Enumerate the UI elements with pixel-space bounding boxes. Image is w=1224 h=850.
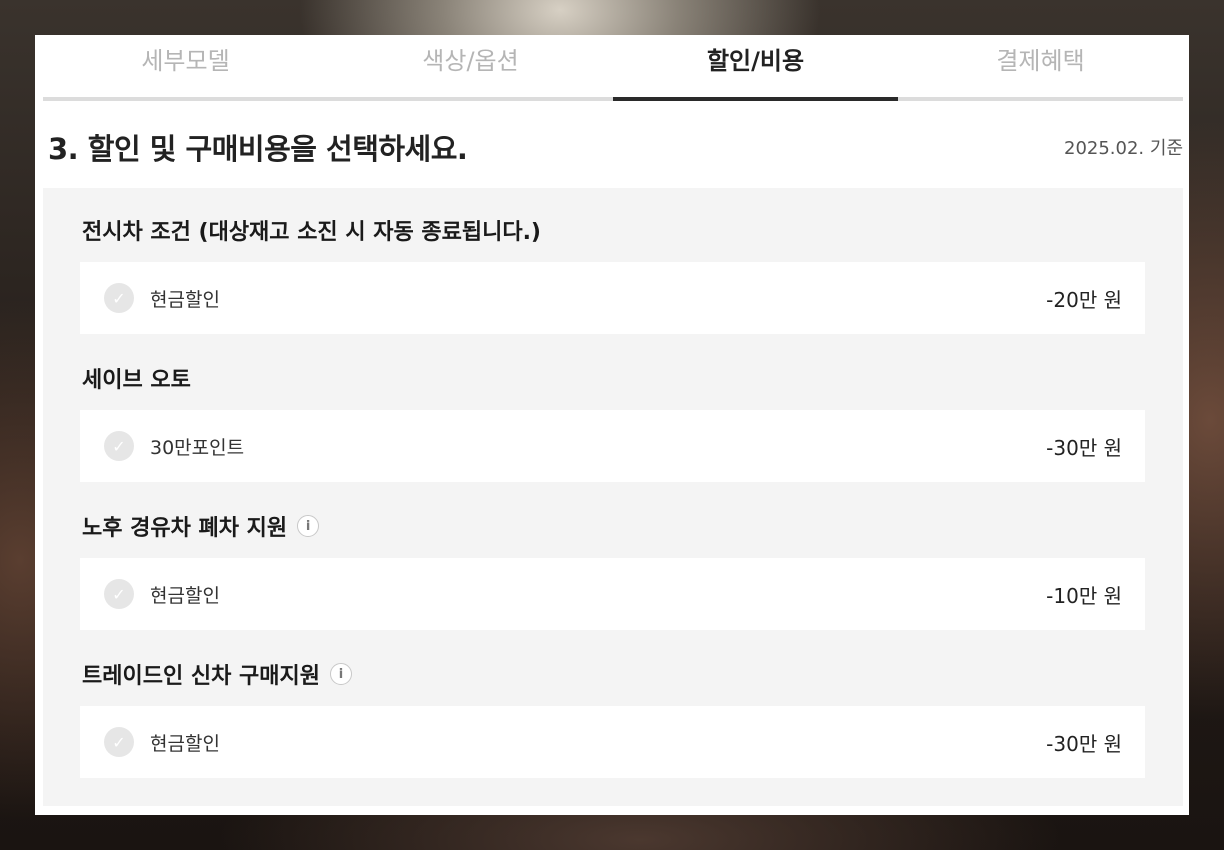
- option-amount: -30만 원: [1046, 435, 1122, 460]
- discount-panel: 세부모델 색상/옵션 할인/비용 결제혜택 3. 할인 및 구매비용을 선택하세…: [35, 35, 1189, 815]
- check-icon[interactable]: ✓: [104, 727, 134, 757]
- check-icon[interactable]: ✓: [104, 283, 134, 313]
- option-label: 현금할인: [150, 288, 220, 311]
- page-title: 3. 할인 및 구매비용을 선택하세요.: [48, 132, 468, 166]
- discount-option[interactable]: ✓ 현금할인 -10만 원: [80, 558, 1145, 630]
- option-label: 30만포인트: [150, 436, 245, 459]
- option-amount: -30만 원: [1046, 731, 1122, 756]
- group-title: 세이브 오토: [80, 358, 1145, 398]
- group-title: 전시차 조건 (대상재고 소진 시 자동 종료됩니다.): [80, 210, 1145, 250]
- group-title: 노후 경유차 폐차 지원 i: [80, 506, 1145, 546]
- group-title-text: 노후 경유차 폐차 지원: [82, 516, 288, 541]
- option-left: ✓ 현금할인: [104, 727, 220, 757]
- discount-group-trade-in: 트레이드인 신차 구매지원 i ✓ 현금할인 -30만 원: [80, 654, 1145, 778]
- option-amount: -20만 원: [1046, 287, 1122, 312]
- info-icon[interactable]: i: [329, 663, 352, 685]
- step-tabs: 세부모델 색상/옵션 할인/비용 결제혜택: [43, 35, 1183, 101]
- tab-discount-cost[interactable]: 할인/비용: [613, 35, 898, 101]
- info-icon[interactable]: i: [297, 515, 320, 537]
- reference-date: 2025.02. 기준: [1064, 138, 1183, 159]
- group-title: 트레이드인 신차 구매지원 i: [80, 654, 1145, 694]
- option-label: 현금할인: [150, 584, 220, 607]
- section-header: 3. 할인 및 구매비용을 선택하세요. 2025.02. 기준: [48, 127, 1183, 167]
- group-title-text: 전시차 조건 (대상재고 소진 시 자동 종료됩니다.): [82, 220, 541, 245]
- option-left: ✓ 30만포인트: [104, 431, 244, 461]
- discount-option[interactable]: ✓ 현금할인 -20만 원: [80, 262, 1145, 334]
- discount-group-diesel-scrap: 노후 경유차 폐차 지원 i ✓ 현금할인 -10만 원: [80, 506, 1145, 630]
- option-label: 현금할인: [150, 732, 220, 755]
- discount-option[interactable]: ✓ 현금할인 -30만 원: [80, 706, 1145, 778]
- discount-group-save-auto: 세이브 오토 ✓ 30만포인트 -30만 원: [80, 358, 1145, 482]
- tab-payment-benefit[interactable]: 결제혜택: [898, 35, 1183, 101]
- option-left: ✓ 현금할인: [104, 579, 220, 609]
- group-title-text: 트레이드인 신차 구매지원: [82, 664, 320, 689]
- check-icon[interactable]: ✓: [104, 579, 134, 609]
- group-title-text: 세이브 오토: [82, 368, 191, 393]
- discount-group-display-car: 전시차 조건 (대상재고 소진 시 자동 종료됩니다.) ✓ 현금할인 -20만…: [80, 210, 1145, 334]
- tab-color-option[interactable]: 색상/옵션: [328, 35, 613, 101]
- option-amount: -10만 원: [1046, 583, 1122, 608]
- option-left: ✓ 현금할인: [104, 283, 220, 313]
- discount-option[interactable]: ✓ 30만포인트 -30만 원: [80, 410, 1145, 482]
- discount-list: 전시차 조건 (대상재고 소진 시 자동 종료됩니다.) ✓ 현금할인 -20만…: [43, 188, 1183, 806]
- tab-detail-model[interactable]: 세부모델: [43, 35, 328, 101]
- check-icon[interactable]: ✓: [104, 431, 134, 461]
